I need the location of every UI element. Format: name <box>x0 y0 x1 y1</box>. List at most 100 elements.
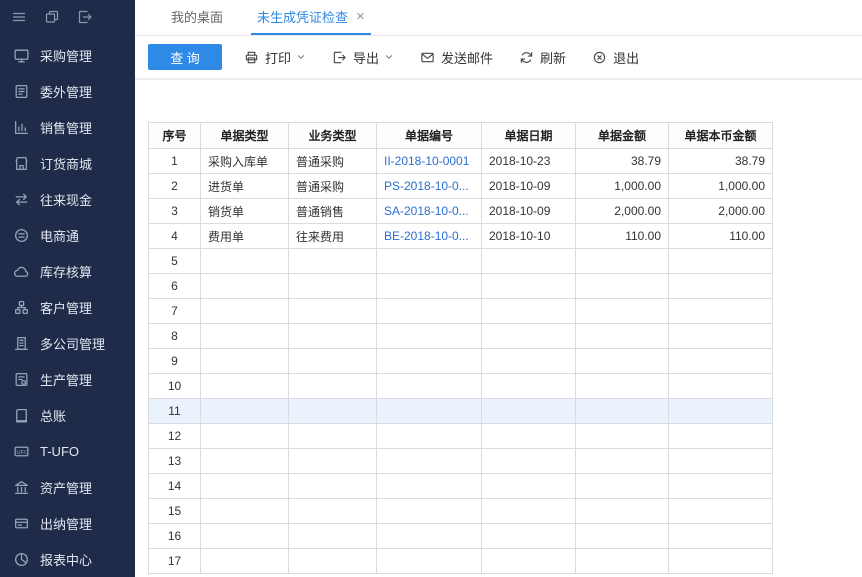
table-row[interactable]: 5 <box>149 249 773 274</box>
table-row[interactable]: 15 <box>149 499 773 524</box>
sidebar-item-label: 多公司管理 <box>40 334 105 353</box>
sidebar-item-inventory[interactable]: 库存核算 <box>0 253 135 289</box>
mail-icon <box>420 50 435 65</box>
cell-no: 3 <box>149 199 201 224</box>
sidebar-item-sales[interactable]: 销售管理 <box>0 109 135 145</box>
cell-doc-no <box>377 424 482 449</box>
main-area: 我的桌面未生成凭证检查× 查 询 打印导出发送邮件刷新退出 序号单据类型业务类型… <box>135 0 862 577</box>
column-header: 单据金额 <box>576 123 669 149</box>
sales-icon <box>13 119 30 136</box>
sidebar-item-reports[interactable]: 报表中心 <box>0 541 135 577</box>
inventory-icon <box>13 263 30 280</box>
cell-doc-no: II-2018-10-0001 <box>377 149 482 174</box>
sidebar-item-order-mall[interactable]: 订货商城 <box>0 145 135 181</box>
cell-doc-no <box>377 299 482 324</box>
cell-doc-type: 进货单 <box>201 174 289 199</box>
sidebar-item-multi-company[interactable]: 多公司管理 <box>0 325 135 361</box>
cell-date <box>482 324 576 349</box>
cell-doc-type <box>201 524 289 549</box>
table-row[interactable]: 6 <box>149 274 773 299</box>
cell-doc-no <box>377 349 482 374</box>
export-button[interactable]: 导出 <box>332 48 394 67</box>
chevron-down-icon <box>384 52 394 62</box>
cell-amount <box>576 249 669 274</box>
query-button[interactable]: 查 询 <box>148 44 222 70</box>
table-row[interactable]: 11 <box>149 399 773 424</box>
cell-date <box>482 524 576 549</box>
sidebar-item-t-ufo[interactable]: UFOT-UFO <box>0 433 135 469</box>
tab-label: 未生成凭证检查 <box>257 7 348 26</box>
tab-close-icon[interactable]: × <box>356 9 365 24</box>
cell-amount <box>576 549 669 574</box>
sidebar-item-label: 销售管理 <box>40 118 92 137</box>
cell-date <box>482 499 576 524</box>
table-row[interactable]: 7 <box>149 299 773 324</box>
doc-no-link[interactable]: II-2018-10-0001 <box>384 154 469 168</box>
cell-biz-type <box>289 274 377 299</box>
menu-icon[interactable] <box>11 9 27 25</box>
cell-local-amount <box>669 399 773 424</box>
table-row[interactable]: 12 <box>149 424 773 449</box>
sidebar-item-cash[interactable]: 往来现金 <box>0 181 135 217</box>
sidebar-item-ecommerce[interactable]: 电商通 <box>0 217 135 253</box>
cell-date <box>482 274 576 299</box>
toolbar-button-label: 导出 <box>353 48 379 67</box>
doc-no-link[interactable]: SA-2018-10-0... <box>384 204 469 218</box>
chevron-down-icon <box>296 52 306 62</box>
sidebar-item-assets[interactable]: 资产管理 <box>0 469 135 505</box>
sidebar-item-cashier[interactable]: 出纳管理 <box>0 505 135 541</box>
cell-doc-no <box>377 524 482 549</box>
window-copy-icon[interactable] <box>44 9 60 25</box>
cell-amount <box>576 274 669 299</box>
export-icon <box>332 50 347 65</box>
cell-local-amount: 1,000.00 <box>669 174 773 199</box>
table-row[interactable]: 8 <box>149 324 773 349</box>
sidebar-item-purchase[interactable]: 采购管理 <box>0 37 135 73</box>
exit-button[interactable]: 退出 <box>592 48 639 67</box>
sidebar-item-label: 资产管理 <box>40 478 92 497</box>
sidebar-item-label: 电商通 <box>40 226 79 245</box>
print-button[interactable]: 打印 <box>244 48 306 67</box>
logout-icon[interactable] <box>77 9 93 25</box>
sidebar-item-outsourcing[interactable]: 委外管理 <box>0 73 135 109</box>
cell-local-amount <box>669 524 773 549</box>
toolbar-button-label: 退出 <box>613 48 639 67</box>
cell-doc-type <box>201 324 289 349</box>
table-row[interactable]: 9 <box>149 349 773 374</box>
cell-local-amount <box>669 374 773 399</box>
sidebar-item-ledger[interactable]: 总账 <box>0 397 135 433</box>
sidebar-item-label: 往来现金 <box>40 190 92 209</box>
cell-amount: 1,000.00 <box>576 174 669 199</box>
tab-my-desktop[interactable]: 我的桌面 <box>165 0 229 35</box>
table-row[interactable]: 13 <box>149 449 773 474</box>
table-row[interactable]: 17 <box>149 549 773 574</box>
doc-no-link[interactable]: PS-2018-10-0... <box>384 179 469 193</box>
tab-voucher-check[interactable]: 未生成凭证检查 × <box>251 0 371 35</box>
sidebar-item-label: 客户管理 <box>40 298 92 317</box>
doc-no-link[interactable]: BE-2018-10-0... <box>384 229 469 243</box>
table-row[interactable]: 3销货单普通销售SA-2018-10-0...2018-10-092,000.0… <box>149 199 773 224</box>
cell-doc-no <box>377 474 482 499</box>
cell-doc-type <box>201 249 289 274</box>
table-row[interactable]: 1采购入库单普通采购II-2018-10-00012018-10-2338.79… <box>149 149 773 174</box>
table-row[interactable]: 2进货单普通采购PS-2018-10-0...2018-10-091,000.0… <box>149 174 773 199</box>
table-row[interactable]: 14 <box>149 474 773 499</box>
sidebar-item-production[interactable]: 生产管理 <box>0 361 135 397</box>
sidebar-item-customers[interactable]: 客户管理 <box>0 289 135 325</box>
cell-local-amount <box>669 324 773 349</box>
multi-company-icon <box>13 335 30 352</box>
cell-doc-type <box>201 349 289 374</box>
outsourcing-icon <box>13 83 30 100</box>
cell-doc-type <box>201 424 289 449</box>
cell-doc-no <box>377 449 482 474</box>
cashier-icon <box>13 515 30 532</box>
cell-doc-no: BE-2018-10-0... <box>377 224 482 249</box>
cell-amount <box>576 474 669 499</box>
table-row[interactable]: 16 <box>149 524 773 549</box>
refresh-button[interactable]: 刷新 <box>519 48 566 67</box>
table-row[interactable]: 4费用单往来费用BE-2018-10-0...2018-10-10110.001… <box>149 224 773 249</box>
send-mail-button[interactable]: 发送邮件 <box>420 48 493 67</box>
table-row[interactable]: 10 <box>149 374 773 399</box>
cell-doc-type <box>201 374 289 399</box>
cell-date <box>482 449 576 474</box>
